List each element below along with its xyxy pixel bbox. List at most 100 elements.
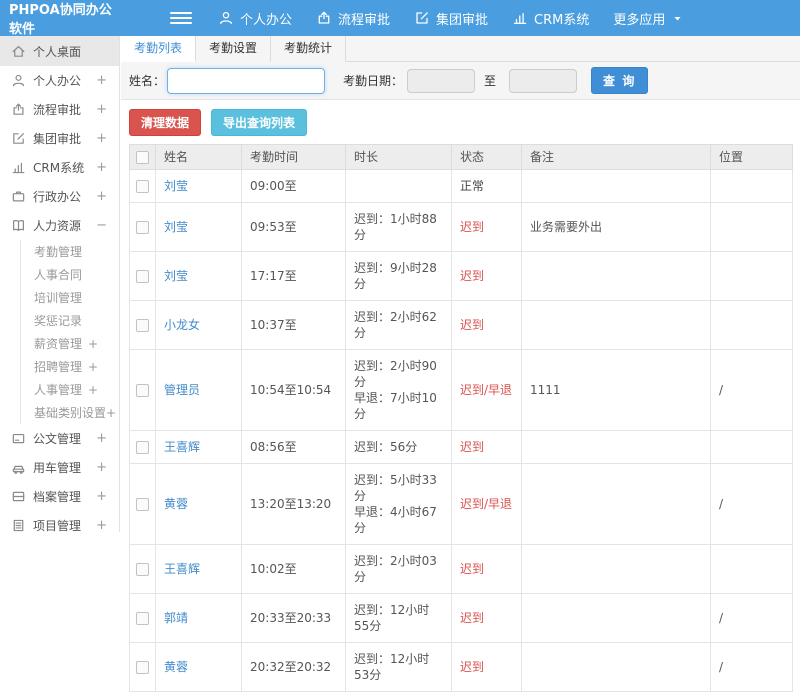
employee-name-link[interactable]: 王喜辉 bbox=[164, 562, 200, 576]
row-checkbox-cell bbox=[129, 251, 156, 301]
search-button[interactable]: 查 询 bbox=[591, 67, 649, 94]
clean-data-button[interactable]: 清理数据 bbox=[129, 109, 202, 136]
sidebar-item[interactable]: 个人桌面 bbox=[0, 36, 119, 66]
sidebar-item[interactable]: 行政办公 + bbox=[0, 182, 119, 211]
sidebar-item[interactable]: 集团审批 + bbox=[0, 124, 119, 153]
cell-status: 迟到 bbox=[451, 251, 522, 301]
tab-考勤设置[interactable]: 考勤设置 bbox=[196, 36, 272, 62]
cell-duration: 迟到：2小时03分 bbox=[345, 544, 452, 594]
employee-name-link[interactable]: 黄蓉 bbox=[164, 660, 188, 674]
row-checkbox[interactable] bbox=[136, 498, 149, 511]
sidebar-item[interactable]: 档案管理 + bbox=[0, 482, 119, 511]
nav-item-4[interactable]: CRM系统 bbox=[512, 9, 589, 28]
cell-name: 刘莹 bbox=[155, 202, 242, 252]
status-badge: 迟到 bbox=[460, 318, 485, 332]
select-all-checkbox[interactable] bbox=[136, 151, 149, 164]
sidebar: 个人桌面个人办公 + 流程审批 + 集团审批 + CRM系统 + 行政办公 + 人力资源 − 考勤管理人… bbox=[0, 36, 120, 532]
book-icon bbox=[11, 218, 26, 233]
row-checkbox[interactable] bbox=[136, 563, 149, 576]
expand-toggle-icon: + bbox=[87, 382, 98, 397]
cell-status: 迟到/早退 bbox=[451, 349, 522, 431]
expand-toggle-icon: + bbox=[96, 460, 107, 475]
row-checkbox[interactable] bbox=[136, 441, 149, 454]
employee-name-link[interactable]: 刘莹 bbox=[164, 220, 188, 234]
sidebar-subitem[interactable]: 奖惩记录 bbox=[21, 309, 119, 332]
sidebar-submenu: 考勤管理人事合同培训管理奖惩记录薪资管理 + 招聘管理 + 人事管理 + 基础类别设置 + bbox=[20, 240, 119, 424]
sidebar-subitem[interactable]: 考勤管理 bbox=[21, 240, 119, 263]
cell-remark bbox=[521, 430, 711, 464]
nav-item-5[interactable]: 更多应用 bbox=[613, 9, 684, 28]
sidebar-subitem[interactable]: 基础类别设置 + bbox=[21, 401, 119, 424]
table-row: 刘莹 09:53至 迟到：1小时88分 迟到 业务需要外出 bbox=[129, 202, 793, 252]
cell-name: 黄蓉 bbox=[155, 463, 242, 545]
employee-name-link[interactable]: 刘莹 bbox=[164, 179, 188, 193]
nav-item-1[interactable]: 个人办公 bbox=[218, 9, 292, 28]
cell-duration bbox=[345, 169, 452, 203]
nav-item-label: 个人办公 bbox=[240, 12, 293, 28]
sidebar-subitem-label: 人事合同 bbox=[34, 268, 83, 282]
cell-remark bbox=[521, 642, 711, 692]
sidebar-subitem-label: 奖惩记录 bbox=[34, 314, 83, 328]
cell-name: 黄蓉 bbox=[155, 642, 242, 692]
employee-name-link[interactable]: 郭靖 bbox=[164, 611, 188, 625]
table-row: 黄蓉 13:20至13:20 迟到：5小时33分 早退：4小时67分 迟到/早退 / bbox=[129, 463, 793, 545]
row-checkbox[interactable] bbox=[136, 661, 149, 674]
cell-location: / bbox=[710, 463, 793, 545]
car-icon bbox=[11, 460, 26, 475]
employee-name-link[interactable]: 刘莹 bbox=[164, 269, 188, 283]
column-header: 位置 bbox=[710, 144, 793, 170]
sidebar-item[interactable]: 人力资源 − bbox=[0, 211, 119, 240]
sidebar-subitem[interactable]: 人事合同 bbox=[21, 263, 119, 286]
employee-name-link[interactable]: 管理员 bbox=[164, 383, 200, 397]
expand-toggle-icon: + bbox=[106, 405, 117, 420]
sidebar-subitem[interactable]: 薪资管理 + bbox=[21, 332, 119, 355]
attendance-table: 姓名 考勤时间 时长 状态 备注 位置 刘莹 09:00至 正常 刘莹 09:53至 迟到：1小时8… bbox=[129, 144, 793, 692]
cell-location bbox=[710, 544, 793, 594]
cell-location bbox=[710, 202, 793, 252]
employee-name-link[interactable]: 小龙女 bbox=[164, 318, 200, 332]
export-list-button[interactable]: 导出查询列表 bbox=[211, 109, 308, 136]
status-badge: 迟到 bbox=[460, 660, 485, 674]
row-checkbox[interactable] bbox=[136, 180, 149, 193]
cell-time: 20:33至20:33 bbox=[241, 593, 346, 643]
sidebar-subitem[interactable]: 培训管理 bbox=[21, 286, 119, 309]
nav-item-2[interactable]: 流程审批 bbox=[316, 9, 390, 28]
tab-考勤列表[interactable]: 考勤列表 bbox=[121, 36, 197, 62]
expand-toggle-icon: − bbox=[96, 218, 107, 233]
cell-time: 13:20至13:20 bbox=[241, 463, 346, 545]
status-badge: 迟到 bbox=[460, 440, 485, 454]
row-checkbox[interactable] bbox=[136, 221, 149, 234]
sidebar-item[interactable]: 用车管理 + bbox=[0, 453, 119, 482]
cell-name: 刘莹 bbox=[155, 169, 242, 203]
cell-time: 20:32至20:32 bbox=[241, 642, 346, 692]
cell-name: 刘莹 bbox=[155, 251, 242, 301]
nav-item-label: 流程审批 bbox=[338, 12, 391, 28]
table-header-row: 姓名 考勤时间 时长 状态 备注 位置 bbox=[129, 144, 793, 170]
date-to-input[interactable] bbox=[509, 68, 578, 93]
date-from-input[interactable] bbox=[407, 68, 476, 93]
row-checkbox[interactable] bbox=[136, 270, 149, 283]
sidebar-subitem-label: 薪资管理 bbox=[34, 337, 83, 351]
name-filter-label: 姓名： bbox=[129, 74, 166, 88]
sidebar-item[interactable]: CRM系统 + bbox=[0, 153, 119, 182]
row-checkbox[interactable] bbox=[136, 384, 149, 397]
sidebar-item[interactable]: 公文管理 + bbox=[0, 424, 119, 453]
sidebar-item[interactable]: 个人办公 + bbox=[0, 66, 119, 95]
employee-name-link[interactable]: 黄蓉 bbox=[164, 497, 188, 511]
cell-name: 管理员 bbox=[155, 349, 242, 431]
hamburger-menu-icon[interactable] bbox=[170, 12, 192, 24]
nav-item-3[interactable]: 集团审批 bbox=[414, 9, 488, 28]
row-checkbox[interactable] bbox=[136, 612, 149, 625]
expand-toggle-icon: + bbox=[87, 336, 98, 351]
sidebar-item[interactable]: 项目管理 + bbox=[0, 511, 119, 532]
employee-name-link[interactable]: 王喜辉 bbox=[164, 440, 200, 454]
date-filter-label: 考勤日期： bbox=[343, 74, 404, 88]
name-filter-input[interactable] bbox=[167, 67, 326, 94]
sidebar-subitem[interactable]: 人事管理 + bbox=[21, 378, 119, 401]
row-checkbox[interactable] bbox=[136, 319, 149, 332]
sidebar-subitem[interactable]: 招聘管理 + bbox=[21, 355, 119, 378]
tab-考勤统计[interactable]: 考勤统计 bbox=[271, 36, 347, 62]
sidebar-item-label: 个人桌面 bbox=[33, 44, 82, 59]
top-nav-menu: 个人办公 流程审批 集团审批 CRM系统 更多应用 bbox=[218, 9, 684, 28]
sidebar-item[interactable]: 流程审批 + bbox=[0, 95, 119, 124]
